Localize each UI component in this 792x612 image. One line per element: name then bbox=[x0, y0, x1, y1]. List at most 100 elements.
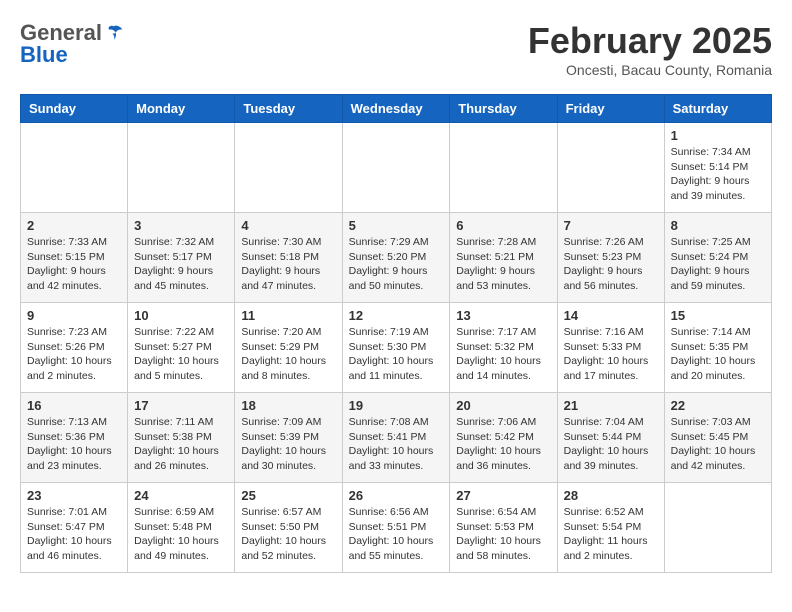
column-header-saturday: Saturday bbox=[664, 95, 771, 123]
calendar-cell: 12 Sunrise: 7:19 AMSunset: 5:30 PMDayligh… bbox=[342, 303, 450, 393]
logo-blue-text: Blue bbox=[20, 42, 68, 68]
day-number: 20 bbox=[456, 398, 550, 413]
day-info: Sunrise: 7:19 AMSunset: 5:30 PMDaylight:… bbox=[349, 325, 444, 384]
calendar-cell bbox=[128, 123, 235, 213]
day-info: Sunrise: 7:23 AMSunset: 5:26 PMDaylight:… bbox=[27, 325, 121, 384]
day-number: 17 bbox=[134, 398, 228, 413]
calendar-cell: 14Sunrise: 7:16 AMSunset: 5:33 PMDayligh… bbox=[557, 303, 664, 393]
month-title: February 2025 bbox=[528, 20, 772, 62]
day-number: 13 bbox=[456, 308, 550, 323]
calendar-cell: 15Sunrise: 7:14 AMSunset: 5:35 PMDayligh… bbox=[664, 303, 771, 393]
column-header-friday: Friday bbox=[557, 95, 664, 123]
day-number: 6 bbox=[456, 218, 550, 233]
column-header-tuesday: Tuesday bbox=[235, 95, 342, 123]
calendar-cell: 26 Sunrise: 6:56 AMSunset: 5:51 PMDayligh… bbox=[342, 483, 450, 573]
day-number: 21 bbox=[564, 398, 658, 413]
day-number: 16 bbox=[27, 398, 121, 413]
day-info: Sunrise: 7:20 AMSunset: 5:29 PMDaylight:… bbox=[241, 325, 335, 384]
calendar-cell bbox=[21, 123, 128, 213]
calendar-cell: 4Sunrise: 7:30 AMSunset: 5:18 PMDaylight… bbox=[235, 213, 342, 303]
column-header-sunday: Sunday bbox=[21, 95, 128, 123]
logo-bird-icon bbox=[104, 23, 124, 43]
day-info: Sunrise: 7:30 AMSunset: 5:18 PMDaylight:… bbox=[241, 235, 335, 294]
day-info: Sunrise: 6:54 AMSunset: 5:53 PMDaylight:… bbox=[456, 505, 550, 564]
calendar-cell: 23 Sunrise: 7:01 AMSunset: 5:47 PMDayligh… bbox=[21, 483, 128, 573]
day-number: 15 bbox=[671, 308, 765, 323]
calendar-cell: 28 Sunrise: 6:52 AMSunset: 5:54 PMDayligh… bbox=[557, 483, 664, 573]
column-header-wednesday: Wednesday bbox=[342, 95, 450, 123]
day-number: 9 bbox=[27, 308, 121, 323]
day-number: 11 bbox=[241, 308, 335, 323]
calendar-cell: 27 Sunrise: 6:54 AMSunset: 5:53 PMDayligh… bbox=[450, 483, 557, 573]
calendar-cell bbox=[664, 483, 771, 573]
day-number: 8 bbox=[671, 218, 765, 233]
day-info: Sunrise: 7:06 AMSunset: 5:42 PMDaylight:… bbox=[456, 415, 550, 474]
day-info: Sunrise: 7:01 AMSunset: 5:47 PMDaylight:… bbox=[27, 505, 121, 564]
day-info: Sunrise: 6:56 AMSunset: 5:51 PMDaylight:… bbox=[349, 505, 444, 564]
calendar-cell: 18 Sunrise: 7:09 AMSunset: 5:39 PMDayligh… bbox=[235, 393, 342, 483]
calendar-cell: 24 Sunrise: 6:59 AMSunset: 5:48 PMDayligh… bbox=[128, 483, 235, 573]
page-header: General Blue February 2025 Oncesti, Baca… bbox=[20, 20, 772, 78]
title-block: February 2025 Oncesti, Bacau County, Rom… bbox=[528, 20, 772, 78]
calendar-week-row: 2Sunrise: 7:33 AMSunset: 5:15 PMDaylight… bbox=[21, 213, 772, 303]
day-info: Sunrise: 7:22 AMSunset: 5:27 PMDaylight:… bbox=[134, 325, 228, 384]
calendar-cell: 16 Sunrise: 7:13 AMSunset: 5:36 PMDayligh… bbox=[21, 393, 128, 483]
day-info: Sunrise: 6:52 AMSunset: 5:54 PMDaylight:… bbox=[564, 505, 658, 564]
day-info: Sunrise: 7:29 AMSunset: 5:20 PMDaylight:… bbox=[349, 235, 444, 294]
day-number: 10 bbox=[134, 308, 228, 323]
calendar-cell bbox=[450, 123, 557, 213]
calendar-header-row: SundayMondayTuesdayWednesdayThursdayFrid… bbox=[21, 95, 772, 123]
day-info: Sunrise: 6:59 AMSunset: 5:48 PMDaylight:… bbox=[134, 505, 228, 564]
day-info: Sunrise: 7:11 AMSunset: 5:38 PMDaylight:… bbox=[134, 415, 228, 474]
calendar-cell: 8 Sunrise: 7:25 AMSunset: 5:24 PMDaylight… bbox=[664, 213, 771, 303]
day-number: 14 bbox=[564, 308, 658, 323]
day-number: 26 bbox=[349, 488, 444, 503]
column-header-monday: Monday bbox=[128, 95, 235, 123]
calendar-cell: 6 Sunrise: 7:28 AMSunset: 5:21 PMDaylight… bbox=[450, 213, 557, 303]
day-number: 27 bbox=[456, 488, 550, 503]
location-subtitle: Oncesti, Bacau County, Romania bbox=[528, 62, 772, 78]
column-header-thursday: Thursday bbox=[450, 95, 557, 123]
day-number: 23 bbox=[27, 488, 121, 503]
day-info: Sunrise: 7:03 AMSunset: 5:45 PMDaylight:… bbox=[671, 415, 765, 474]
calendar-cell: 9 Sunrise: 7:23 AMSunset: 5:26 PMDaylight… bbox=[21, 303, 128, 393]
calendar-cell: 20 Sunrise: 7:06 AMSunset: 5:42 PMDayligh… bbox=[450, 393, 557, 483]
calendar-cell: 22Sunrise: 7:03 AMSunset: 5:45 PMDayligh… bbox=[664, 393, 771, 483]
day-info: Sunrise: 7:13 AMSunset: 5:36 PMDaylight:… bbox=[27, 415, 121, 474]
day-number: 28 bbox=[564, 488, 658, 503]
calendar-cell: 10 Sunrise: 7:22 AMSunset: 5:27 PMDayligh… bbox=[128, 303, 235, 393]
day-info: Sunrise: 6:57 AMSunset: 5:50 PMDaylight:… bbox=[241, 505, 335, 564]
logo: General Blue bbox=[20, 20, 124, 68]
day-info: Sunrise: 7:09 AMSunset: 5:39 PMDaylight:… bbox=[241, 415, 335, 474]
calendar-cell: 21 Sunrise: 7:04 AMSunset: 5:44 PMDayligh… bbox=[557, 393, 664, 483]
day-number: 18 bbox=[241, 398, 335, 413]
calendar-cell: 7 Sunrise: 7:26 AMSunset: 5:23 PMDaylight… bbox=[557, 213, 664, 303]
day-info: Sunrise: 7:28 AMSunset: 5:21 PMDaylight:… bbox=[456, 235, 550, 294]
day-number: 7 bbox=[564, 218, 658, 233]
day-number: 25 bbox=[241, 488, 335, 503]
calendar-week-row: 1Sunrise: 7:34 AMSunset: 5:14 PMDaylight… bbox=[21, 123, 772, 213]
calendar-cell bbox=[342, 123, 450, 213]
calendar-cell: 3 Sunrise: 7:32 AMSunset: 5:17 PMDaylight… bbox=[128, 213, 235, 303]
day-number: 24 bbox=[134, 488, 228, 503]
calendar-cell: 13 Sunrise: 7:17 AMSunset: 5:32 PMDayligh… bbox=[450, 303, 557, 393]
day-number: 19 bbox=[349, 398, 444, 413]
calendar-week-row: 16 Sunrise: 7:13 AMSunset: 5:36 PMDayligh… bbox=[21, 393, 772, 483]
calendar-week-row: 23 Sunrise: 7:01 AMSunset: 5:47 PMDayligh… bbox=[21, 483, 772, 573]
calendar-cell: 17 Sunrise: 7:11 AMSunset: 5:38 PMDayligh… bbox=[128, 393, 235, 483]
calendar-cell: 2Sunrise: 7:33 AMSunset: 5:15 PMDaylight… bbox=[21, 213, 128, 303]
day-info: Sunrise: 7:33 AMSunset: 5:15 PMDaylight:… bbox=[27, 235, 121, 294]
calendar-cell bbox=[235, 123, 342, 213]
calendar-week-row: 9 Sunrise: 7:23 AMSunset: 5:26 PMDaylight… bbox=[21, 303, 772, 393]
day-number: 12 bbox=[349, 308, 444, 323]
calendar-cell: 1Sunrise: 7:34 AMSunset: 5:14 PMDaylight… bbox=[664, 123, 771, 213]
day-info: Sunrise: 7:26 AMSunset: 5:23 PMDaylight:… bbox=[564, 235, 658, 294]
day-number: 1 bbox=[671, 128, 765, 143]
day-info: Sunrise: 7:08 AMSunset: 5:41 PMDaylight:… bbox=[349, 415, 444, 474]
day-info: Sunrise: 7:04 AMSunset: 5:44 PMDaylight:… bbox=[564, 415, 658, 474]
day-info: Sunrise: 7:32 AMSunset: 5:17 PMDaylight:… bbox=[134, 235, 228, 294]
calendar-table: SundayMondayTuesdayWednesdayThursdayFrid… bbox=[20, 94, 772, 573]
day-info: Sunrise: 7:25 AMSunset: 5:24 PMDaylight:… bbox=[671, 235, 765, 294]
day-number: 3 bbox=[134, 218, 228, 233]
day-info: Sunrise: 7:17 AMSunset: 5:32 PMDaylight:… bbox=[456, 325, 550, 384]
